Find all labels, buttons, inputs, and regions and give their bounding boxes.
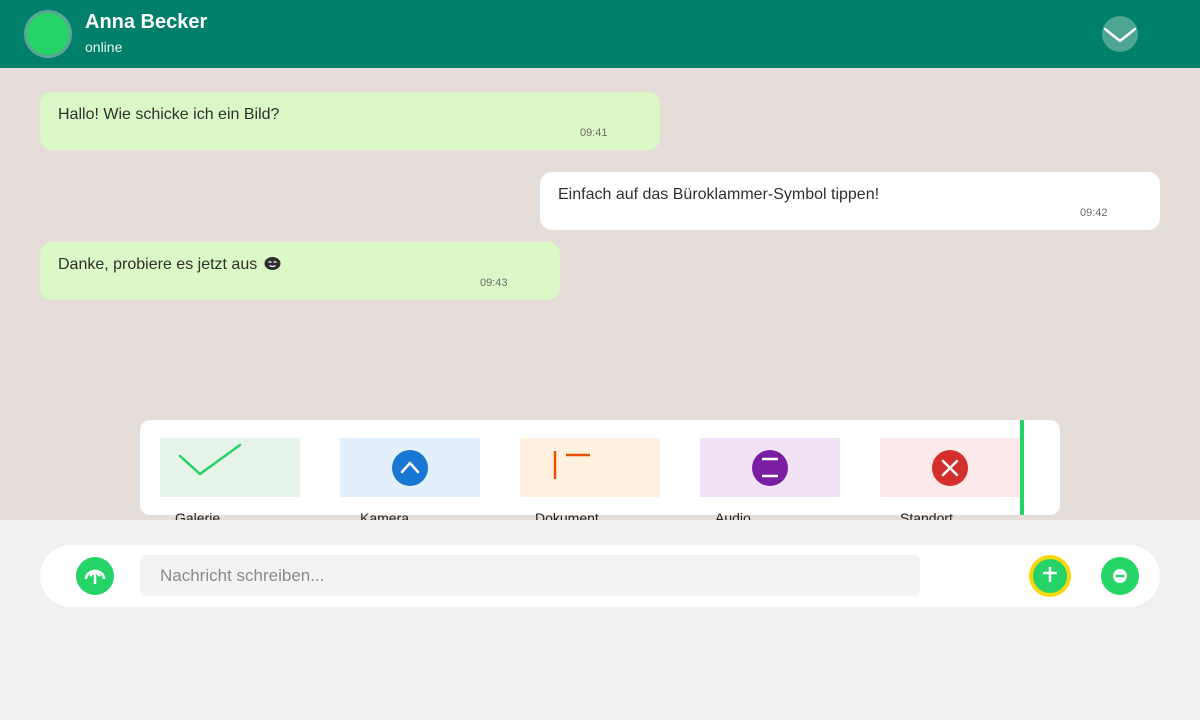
upload-button[interactable] [75,557,115,597]
chevron-up-icon [392,450,428,486]
close-icon [932,450,968,486]
message-text: Einfach auf das Büroklammer-Symbol tippe… [558,186,880,203]
attachment-panel: Galerie Kamera Dokument Audio Standort [140,420,1060,526]
message-text: Hallo! Wie schicke ich ein Bild? [58,106,280,123]
message-text: Danke, probiere es jetzt aus [58,256,258,273]
message-input[interactable] [140,555,920,596]
message-time: 09:42 [1080,207,1108,219]
composer-bar [40,545,1160,607]
upload-icon [76,557,114,595]
equals-icon [752,450,788,486]
attachment-gallery[interactable]: Galerie [160,438,300,526]
message-text-wrapper: Danke, probiere es jetzt aus [58,256,281,274]
avatar[interactable] [24,10,72,58]
attachment-location[interactable]: Standort [880,438,1020,526]
contact-name[interactable]: Anna Becker [85,11,207,34]
attachment-document[interactable]: Dokument [520,438,660,526]
attachment-audio[interactable]: Audio [700,438,840,526]
header-menu-button[interactable] [1102,16,1138,52]
chevron-down-icon [1103,27,1137,43]
document-icon [553,451,590,479]
attach-button[interactable] [1028,554,1072,598]
message-time: 09:41 [580,127,608,139]
minus-icon [1101,557,1139,595]
message-bubble-incoming[interactable]: Danke, probiere es jetzt aus 09:43 [40,242,560,300]
add-attachment-icon [1029,555,1071,597]
attachment-scrollbar[interactable] [1020,420,1024,515]
chat-header: Anna Becker online [0,0,1200,68]
attachment-camera[interactable]: Kamera [340,438,480,526]
message-time: 09:43 [480,277,508,289]
message-list[interactable]: Hallo! Wie schicke ich ein Bild? 09:41 E… [0,68,1200,526]
message-bubble-incoming[interactable]: Hallo! Wie schicke ich ein Bild? 09:41 [40,92,660,150]
message-bubble-outgoing[interactable]: Einfach auf das Büroklammer-Symbol tippe… [540,172,1160,230]
check-icon [178,443,242,476]
minus-button[interactable] [1101,557,1139,595]
composer-area [0,520,1200,720]
smiling-face-icon [264,257,281,270]
contact-status: online [85,39,123,55]
